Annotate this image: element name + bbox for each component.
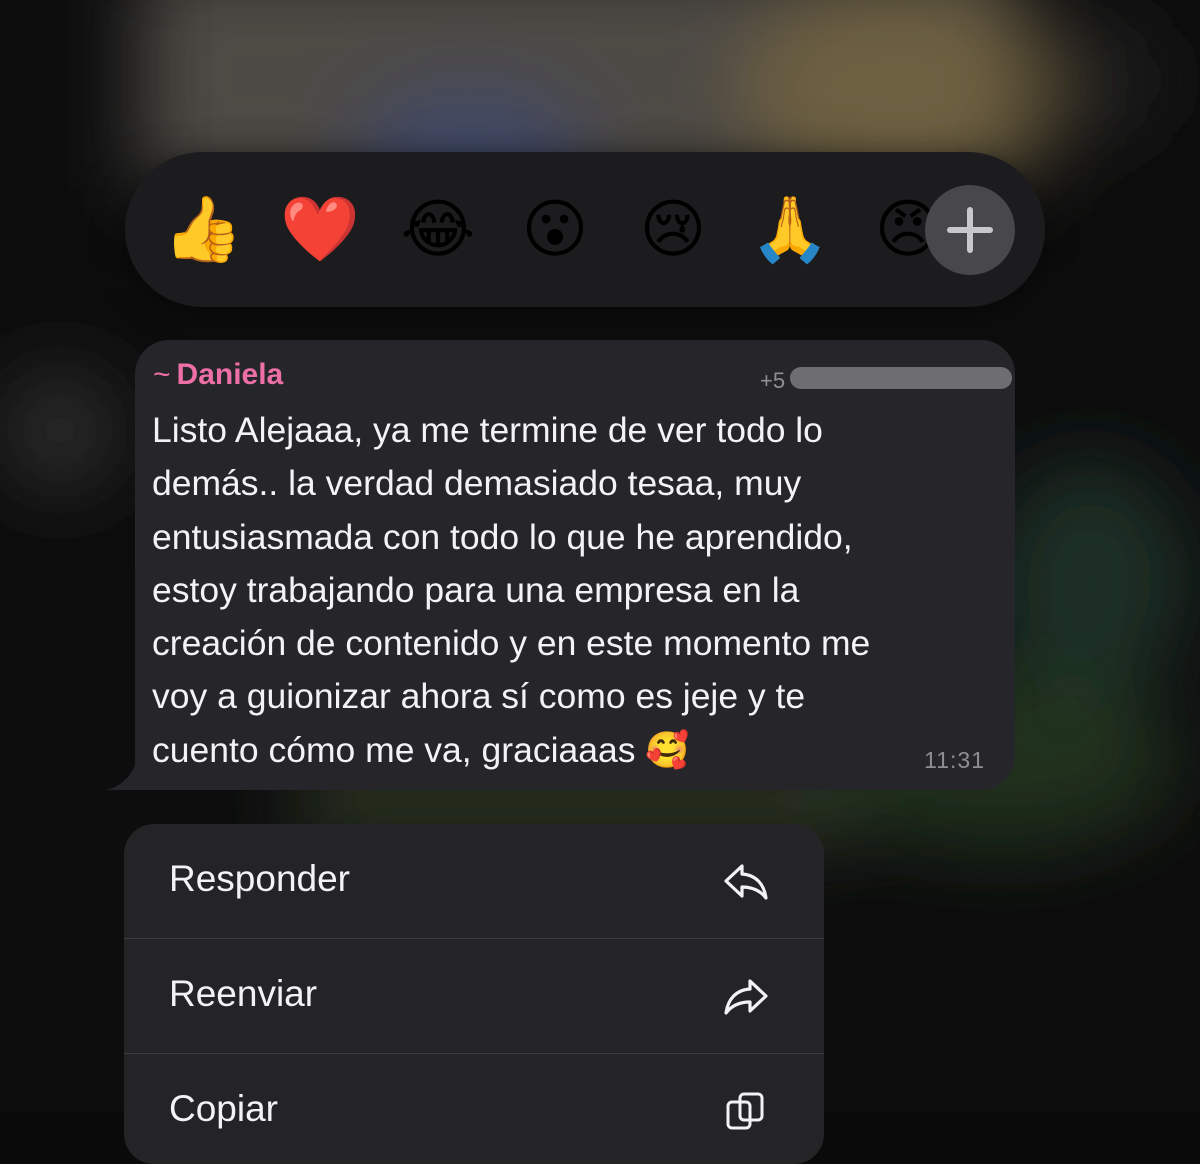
reaction-surprised-face[interactable]: 😮 <box>513 188 597 272</box>
menu-item-copiar[interactable]: Copiar <box>124 1054 824 1164</box>
menu-item-label: Reenviar <box>169 973 318 1014</box>
reaction-crying-face[interactable]: 😢 <box>631 188 715 272</box>
sender-name[interactable]: ~ Daniela <box>153 358 283 392</box>
reply-icon <box>724 864 768 900</box>
message-text: Listo Alejaaa, ya me termine de ver todo… <box>152 410 871 770</box>
sender-name-text: Daniela <box>176 358 284 391</box>
more-reactions-button[interactable] <box>925 185 1015 275</box>
message-bubble[interactable]: ~ Daniela +5 Listo Alejaaa, ya me termine… <box>135 340 1015 790</box>
reaction-thumbs-up[interactable]: 👍 <box>161 188 245 272</box>
menu-item-label: Copiar <box>169 1088 278 1129</box>
context-menu: Responder Reenviar Copiar <box>124 824 824 1164</box>
reaction-red-heart[interactable]: ❤️ <box>278 188 362 272</box>
sender-prefix: ~ <box>153 358 171 391</box>
reaction-tears-of-joy[interactable]: 😂 <box>396 188 480 272</box>
forward-icon <box>724 979 768 1015</box>
reaction-strip: 👍 ❤️ 😂 😮 😢 🙏 😠 <box>125 152 1045 307</box>
message-timestamp: 11:31 <box>924 747 985 773</box>
menu-item-responder[interactable]: Responder <box>124 824 824 938</box>
menu-item-reenviar[interactable]: Reenviar <box>124 939 824 1053</box>
sender-phone: +5 <box>760 368 786 393</box>
menu-item-label: Responder <box>169 858 351 899</box>
reaction-bar: 👍 ❤️ 😂 😮 😢 🙏 😠 <box>125 152 1045 307</box>
reaction-folded-hands[interactable]: 🙏 <box>748 188 832 272</box>
plus-icon-vertical <box>967 207 973 253</box>
copy-icon <box>726 1092 764 1130</box>
redacted-phone-number <box>790 367 1012 389</box>
